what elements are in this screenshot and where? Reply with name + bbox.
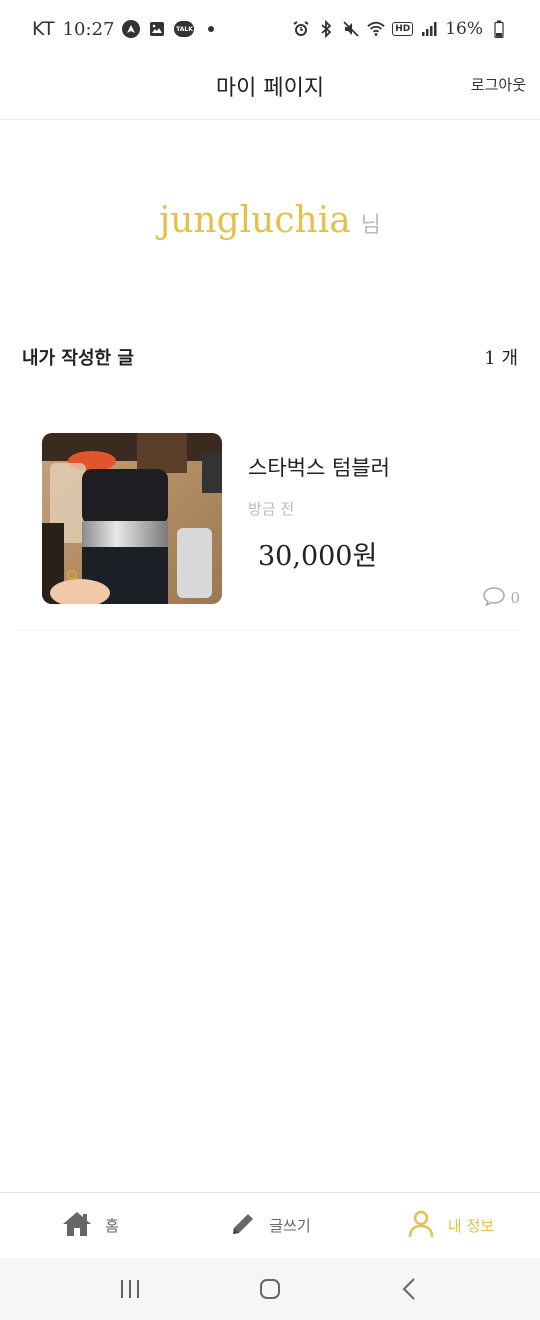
comment-icon: [482, 586, 506, 610]
nav-item-my-info[interactable]: 내 정보: [360, 1193, 540, 1258]
more-notifications-dot: [208, 26, 215, 32]
bluetooth-icon: [317, 20, 335, 38]
alarm-icon: [292, 20, 310, 38]
battery-percent: 16%: [445, 19, 483, 39]
nav-write-label: 글쓰기: [269, 1217, 311, 1235]
tumbler-photo: [42, 433, 222, 604]
wifi-icon: [367, 20, 385, 38]
post-card[interactable]: 스타벅스 텀블러 방금 전 30,000원 0: [16, 420, 520, 631]
status-time: 10:27: [62, 18, 115, 40]
app-header: 마이 페이지 로그아웃: [0, 58, 540, 120]
signal-icon: [420, 20, 438, 38]
home-icon: [61, 1210, 93, 1242]
gallery-icon: [148, 20, 166, 38]
my-posts-count: 1 개: [484, 348, 518, 369]
recent-apps-button[interactable]: [110, 1269, 150, 1309]
back-button[interactable]: [390, 1269, 430, 1309]
my-posts-header: 내가 작성한 글 1 개: [22, 344, 518, 370]
profile-section: jungluchia 님: [0, 200, 540, 241]
back-chevron-icon: [402, 1278, 415, 1300]
bottom-nav: 홈 글쓰기 내 정보: [0, 1192, 540, 1258]
honorific-label: 님: [360, 213, 381, 238]
battery-icon: [490, 20, 508, 38]
post-price: 30,000원: [258, 541, 378, 572]
nav-my-info-label: 내 정보: [447, 1217, 495, 1235]
post-thumbnail: [42, 433, 222, 604]
recent-apps-icon: [121, 1280, 139, 1298]
logout-button[interactable]: 로그아웃: [471, 74, 526, 95]
mute-icon: [342, 20, 360, 38]
system-nav-bar: [0, 1258, 540, 1320]
comment-count: 0: [482, 586, 520, 610]
navigation-app-icon: [122, 20, 141, 38]
home-circle-icon: [260, 1279, 280, 1299]
status-bar: KT 10:27 TALK HD 16%: [0, 0, 540, 58]
nav-home-label: 홈: [105, 1217, 119, 1235]
person-icon: [406, 1209, 436, 1243]
nav-item-write[interactable]: 글쓰기: [180, 1193, 360, 1258]
status-right: HD 16%: [292, 19, 508, 39]
username: jungluchia: [159, 200, 351, 241]
carrier-label: KT: [32, 18, 55, 40]
home-button[interactable]: [250, 1269, 290, 1309]
pencil-icon: [229, 1210, 257, 1242]
post-title: 스타벅스 텀블러: [248, 456, 390, 480]
status-left: KT 10:27 TALK: [32, 18, 215, 40]
hd-voice-badge: HD: [392, 22, 414, 36]
post-time: 방금 전: [248, 500, 295, 518]
comment-count-value: 0: [510, 589, 520, 607]
kakaotalk-icon: TALK: [174, 21, 195, 37]
page-title: 마이 페이지: [215, 76, 325, 101]
nav-item-home[interactable]: 홈: [0, 1193, 180, 1258]
my-posts-title: 내가 작성한 글: [22, 348, 134, 369]
